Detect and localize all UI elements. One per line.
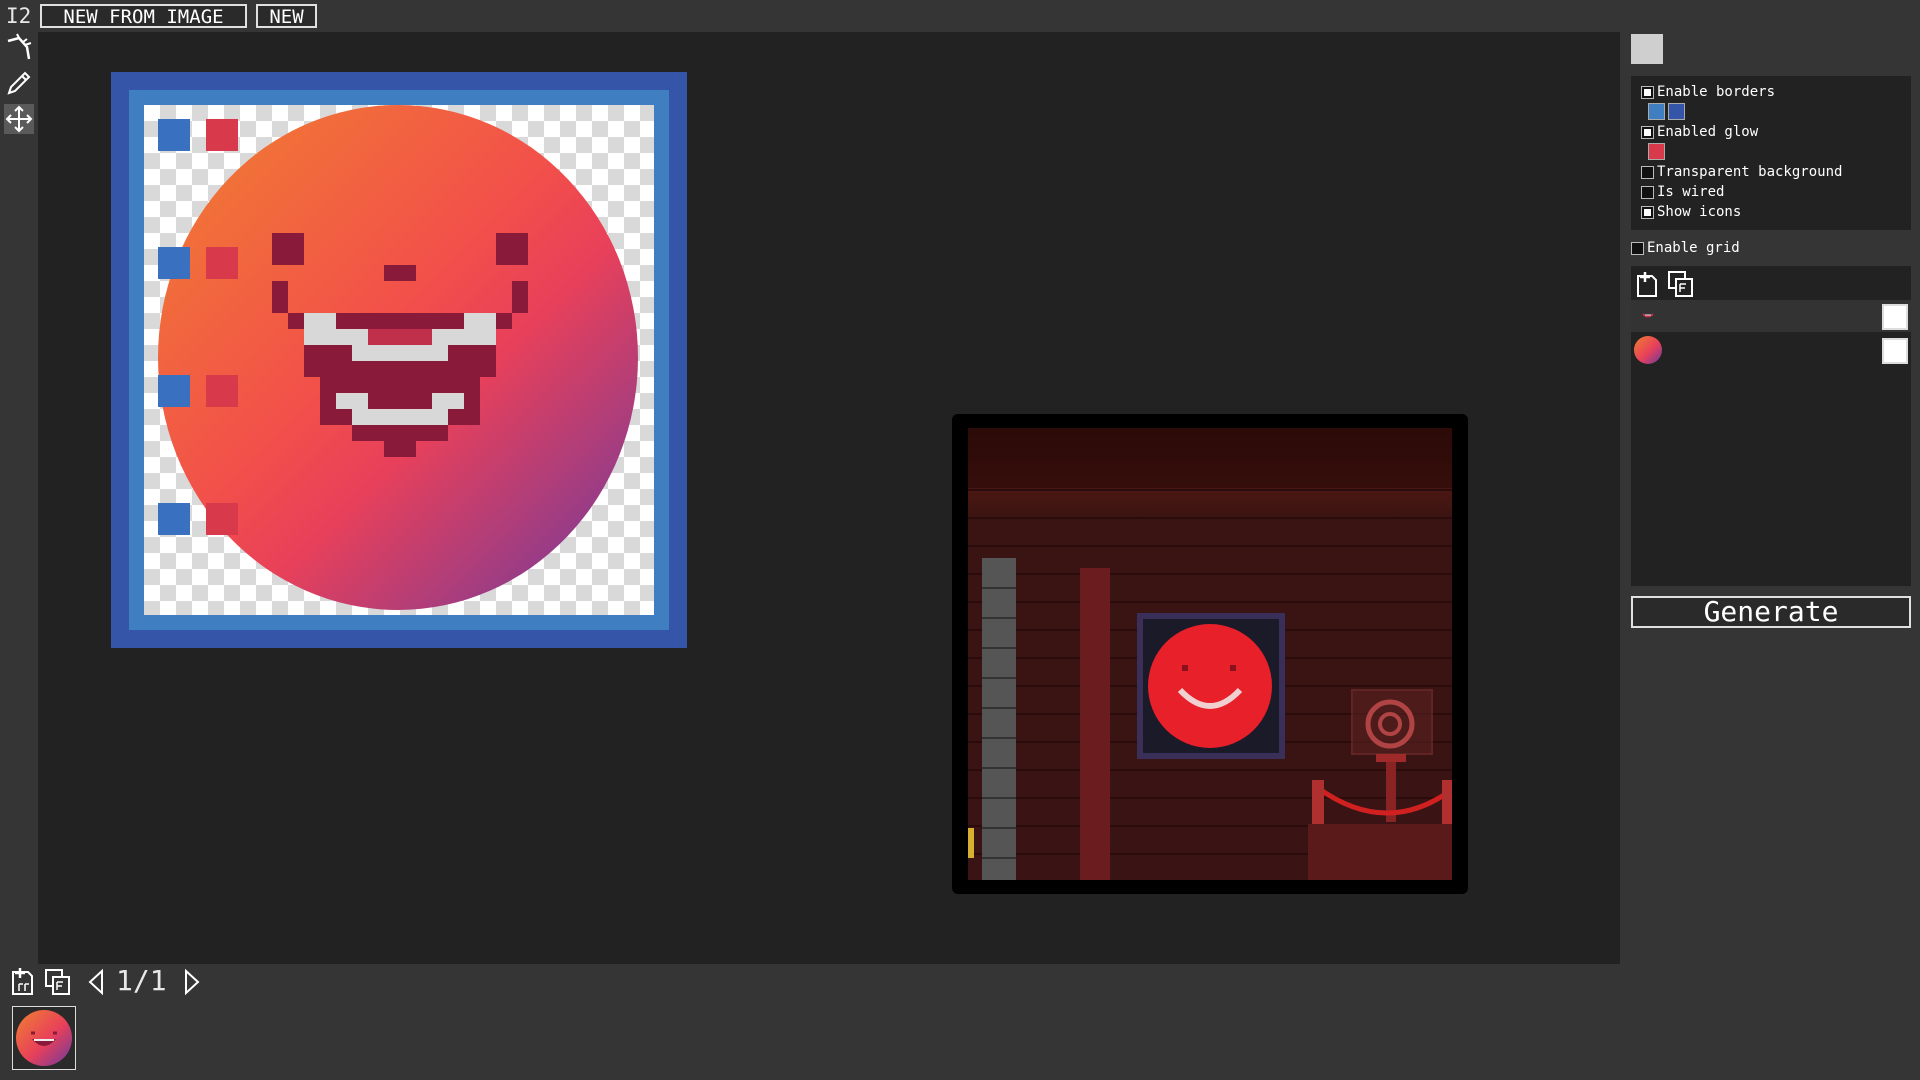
enable-grid-option[interactable]: Enable grid xyxy=(1631,240,1740,256)
duplicate-layer-button[interactable] xyxy=(1667,270,1695,298)
enabled-glow-label: Enabled glow xyxy=(1657,124,1759,140)
duplicate-frame-icon xyxy=(45,969,70,995)
layer-thumb-ball xyxy=(1634,336,1662,364)
show-icons-option[interactable]: Show icons xyxy=(1641,204,1741,220)
is-wired-checkbox[interactable] xyxy=(1641,185,1654,199)
frame-thumbnail[interactable] xyxy=(12,1006,76,1070)
enable-grid-checkbox[interactable] xyxy=(1631,241,1644,255)
add-frame-icon xyxy=(12,968,33,995)
enabled-glow-checkbox[interactable] xyxy=(1641,125,1654,139)
chevron-right-icon xyxy=(185,968,200,996)
show-icons-checkbox[interactable] xyxy=(1641,205,1654,219)
enable-borders-label: Enable borders xyxy=(1657,84,1776,100)
layer-row-ball[interactable] xyxy=(1631,334,1911,366)
enable-grid-label: Enable grid xyxy=(1647,240,1740,256)
add-layer-icon xyxy=(1637,272,1657,297)
duplicate-layer-icon xyxy=(1668,271,1693,297)
magic-wand-tool[interactable] xyxy=(4,32,34,62)
duplicate-frame-button[interactable] xyxy=(44,968,72,996)
options-panel: Enable borders Enabled glow Transparent … xyxy=(1631,76,1911,230)
enable-borders-checkbox[interactable] xyxy=(1641,85,1654,99)
layer-visibility-ball[interactable] xyxy=(1882,338,1908,364)
preview-scene xyxy=(968,428,1452,880)
primary-color-swatch[interactable] xyxy=(1631,34,1663,64)
layer-thumb-face xyxy=(1634,302,1662,330)
transparent-background-label: Transparent background xyxy=(1657,164,1843,180)
is-wired-option[interactable]: Is wired xyxy=(1641,184,1724,200)
glow-color[interactable] xyxy=(1648,143,1665,160)
add-frame-button[interactable] xyxy=(10,966,36,996)
magic-wand-icon xyxy=(7,33,32,60)
preview-window xyxy=(952,414,1468,894)
transparent-background-checkbox[interactable] xyxy=(1641,165,1654,179)
transparent-background-option[interactable]: Transparent background xyxy=(1641,164,1842,180)
layer-visibility-face[interactable] xyxy=(1882,304,1908,330)
pencil-icon xyxy=(7,71,31,95)
move-icon xyxy=(5,105,33,133)
show-icons-label: Show icons xyxy=(1657,204,1742,220)
next-frame-button[interactable] xyxy=(182,968,202,996)
pencil-tool[interactable] xyxy=(4,68,34,98)
sprite-face xyxy=(272,233,528,457)
layers-panel xyxy=(1631,266,1911,586)
new-button[interactable]: NEW xyxy=(256,4,317,28)
is-wired-label: Is wired xyxy=(1657,184,1725,200)
move-tool[interactable] xyxy=(4,104,34,134)
previous-frame-button[interactable] xyxy=(86,968,106,996)
border-color-2[interactable] xyxy=(1668,103,1685,120)
chevron-left-icon xyxy=(88,968,103,996)
border-color-1[interactable] xyxy=(1648,103,1665,120)
new-from-image-button[interactable]: NEW FROM IMAGE xyxy=(40,4,247,28)
frame-thumbnail-image xyxy=(16,1010,72,1066)
frame-counter: 1/1 xyxy=(116,964,167,997)
enable-borders-option[interactable]: Enable borders xyxy=(1641,84,1775,100)
scene-artwork xyxy=(968,428,1452,880)
sprite-editor-image[interactable] xyxy=(144,105,654,615)
enabled-glow-option[interactable]: Enabled glow xyxy=(1641,124,1758,140)
add-layer-button[interactable] xyxy=(1635,270,1661,298)
layer-row-face[interactable] xyxy=(1631,300,1911,332)
generate-button[interactable]: Generate xyxy=(1631,596,1911,628)
app-title: I2 xyxy=(6,4,32,28)
